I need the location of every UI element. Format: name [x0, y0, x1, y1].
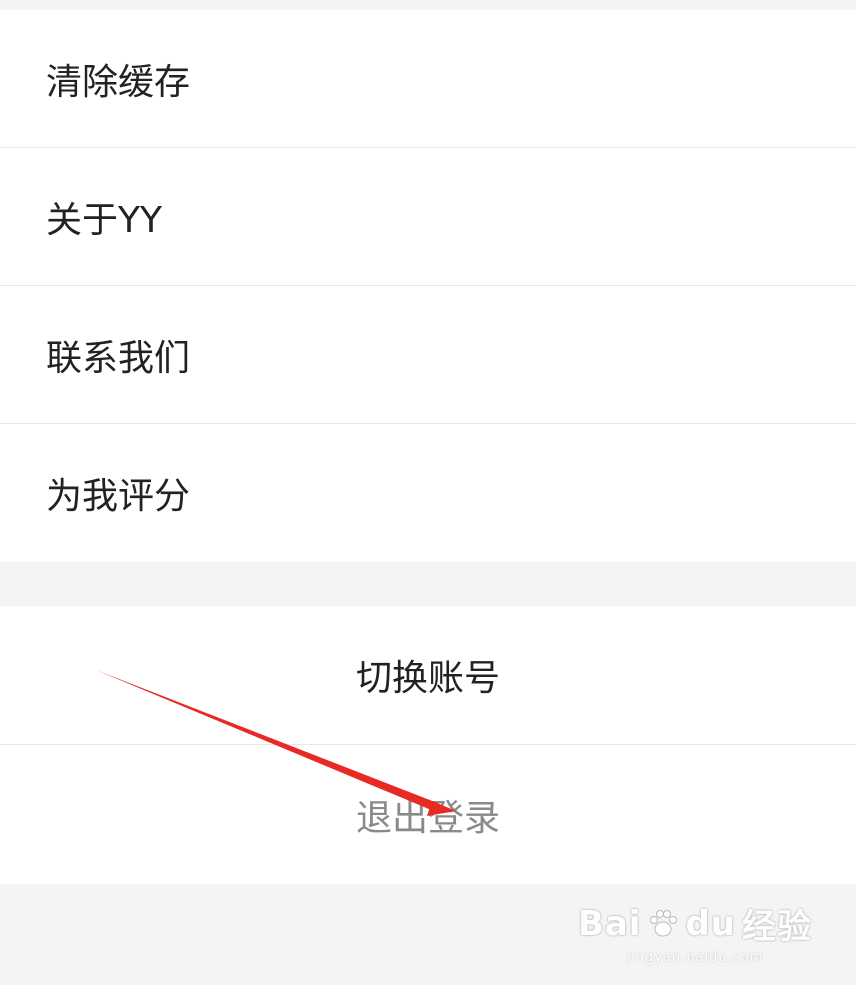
watermark-brand: Bai [577, 903, 642, 944]
paw-icon [650, 909, 678, 936]
logout-button[interactable]: 退出登录 [0, 745, 856, 884]
switch-account-button[interactable]: 切换账号 [0, 606, 856, 745]
watermark-product: 经验 [742, 907, 812, 947]
contact-us-item[interactable]: 联系我们 [0, 286, 856, 424]
about-yy-label: 关于YY [46, 199, 162, 241]
clear-cache-label: 清除缓存 [46, 61, 191, 103]
top-gap [0, 0, 856, 10]
watermark-logo: Bai du 经验 [578, 899, 812, 948]
baidu-jingyan-watermark: Bai du 经验 jingyan.baidu.com [578, 899, 812, 966]
section-gap [0, 562, 856, 606]
watermark-url: jingyan.baidu.com [626, 950, 764, 965]
account-group: 切换账号 退出登录 [0, 606, 856, 884]
logout-label: 退出登录 [355, 797, 500, 839]
about-yy-item[interactable]: 关于YY [0, 148, 856, 286]
watermark-brand-suffix: du [685, 903, 736, 944]
contact-us-label: 联系我们 [46, 337, 191, 379]
clear-cache-item[interactable]: 清除缓存 [0, 10, 856, 148]
rate-app-label: 为我评分 [46, 476, 191, 517]
settings-group: 清除缓存 关于YY 联系我们 为我评分 [0, 10, 856, 562]
rate-app-item[interactable]: 为我评分 [0, 424, 856, 562]
switch-account-label: 切换账号 [355, 658, 500, 699]
